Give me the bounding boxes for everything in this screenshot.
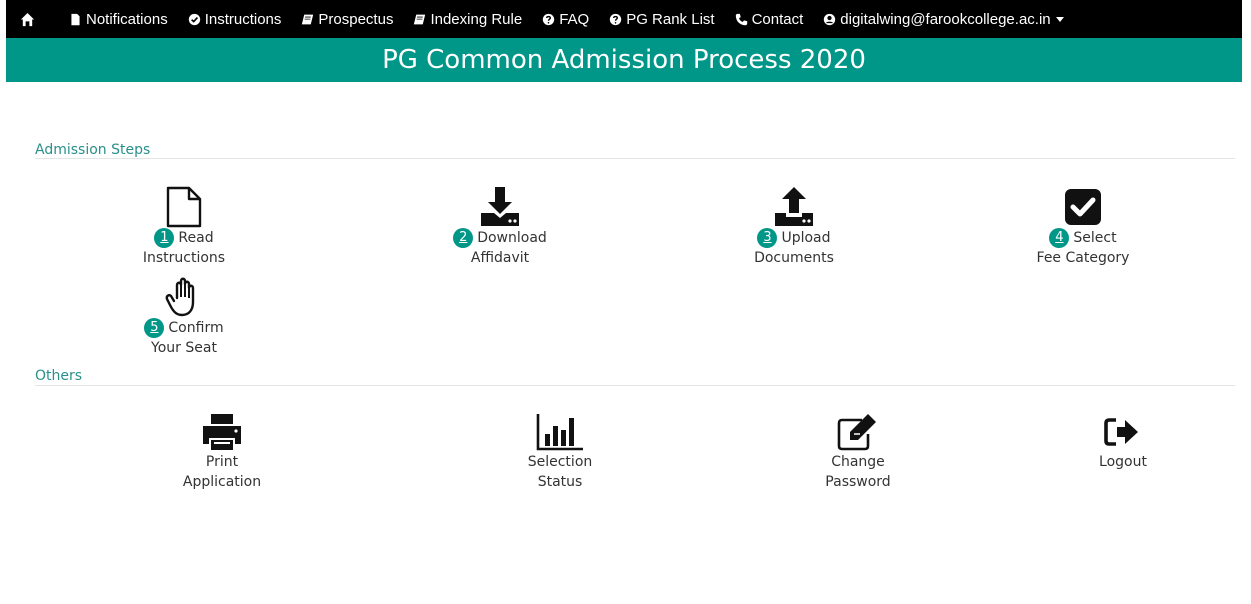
step-number-badge: 3 [757,228,778,248]
link-sublabel: Status [537,474,583,490]
nav-label: Prospectus [318,10,394,28]
upload-icon [734,186,854,228]
hand-stop-icon [124,276,244,318]
user-email: digitalwing@farookcollege.ac.in [840,10,1051,28]
sign-out-icon [1063,412,1183,452]
nav-label: Indexing Rule [430,10,523,28]
step-number-badge: 5 [144,318,165,338]
check-circle-icon [188,13,200,25]
step-sublabel: Your Seat [151,340,217,356]
check-square-icon [1023,186,1143,228]
link-label: Change [831,454,885,470]
step-read-instructions[interactable]: 1 Read Instructions [124,186,244,268]
download-icon [440,186,560,228]
book-icon [414,14,426,24]
nav-label: Notifications [86,10,168,28]
page-title: PG Common Admission Process 2020 [382,45,866,75]
print-application-link[interactable]: Print Application [162,412,282,492]
bar-chart-icon [500,412,620,452]
logout-link[interactable]: Logout [1063,412,1183,472]
step-sublabel: Instructions [142,250,226,266]
step-number-badge: 4 [1049,228,1070,248]
section-divider [35,385,1235,386]
nav-contact[interactable]: Contact [725,0,814,38]
link-sublabel: Application [182,474,262,490]
user-circle-icon [824,13,836,25]
nav-label: Contact [751,10,804,28]
link-label: Print [205,454,239,470]
nav-pg-rank-list[interactable]: PG Rank List [599,0,724,38]
page-title-banner: PG Common Admission Process 2020 [6,38,1242,82]
step-sublabel: Affidavit [470,250,530,266]
step-sublabel: Documents [754,250,834,266]
change-password-link[interactable]: Change Password [798,412,918,492]
step-sublabel: Fee Category [1036,250,1130,266]
step-download-affidavit[interactable]: 2 Download Affidavit [440,186,560,268]
phone-icon [735,13,747,25]
nav-prospectus[interactable]: Prospectus [291,0,403,38]
step-label: Upload [781,230,831,246]
step-label: Read [178,230,214,246]
step-upload-documents[interactable]: 3 Upload Documents [734,186,854,268]
section-title-admission-steps: Admission Steps [35,142,151,158]
edit-icon [798,412,918,452]
section-divider [35,158,1235,159]
question-circle-icon [610,13,622,25]
nav-label: Instructions [204,10,282,28]
link-sublabel: Password [825,474,891,490]
nav-indexing-rule[interactable]: Indexing Rule [403,0,532,38]
link-label: Selection [527,454,593,470]
selection-status-link[interactable]: Selection Status [500,412,620,492]
nav-label: FAQ [559,10,590,28]
step-number-badge: 1 [154,228,175,248]
step-confirm-your-seat[interactable]: 5 Confirm Your Seat [124,276,244,358]
caret-down-icon [1055,16,1064,22]
step-select-fee-category[interactable]: 4 Select Fee Category [1023,186,1143,268]
book-icon [302,14,314,24]
top-navbar: Notifications Instructions Prospectus In… [6,0,1242,38]
file-outline-icon [124,186,244,228]
home-link[interactable] [6,0,59,38]
print-icon [162,412,282,452]
nav-instructions[interactable]: Instructions [178,0,292,38]
step-label: Select [1073,230,1117,246]
link-label: Logout [1099,454,1147,470]
section-title-others: Others [35,368,83,384]
step-label: Download [477,230,547,246]
file-icon [71,13,80,25]
user-menu-dropdown[interactable]: digitalwing@farookcollege.ac.in [813,0,1073,38]
home-icon [20,12,35,26]
step-label: Confirm [168,320,224,336]
step-number-badge: 2 [453,228,474,248]
question-circle-icon [543,13,555,25]
nav-label: PG Rank List [626,10,715,28]
nav-faq[interactable]: FAQ [532,0,599,38]
nav-notifications[interactable]: Notifications [59,0,178,38]
